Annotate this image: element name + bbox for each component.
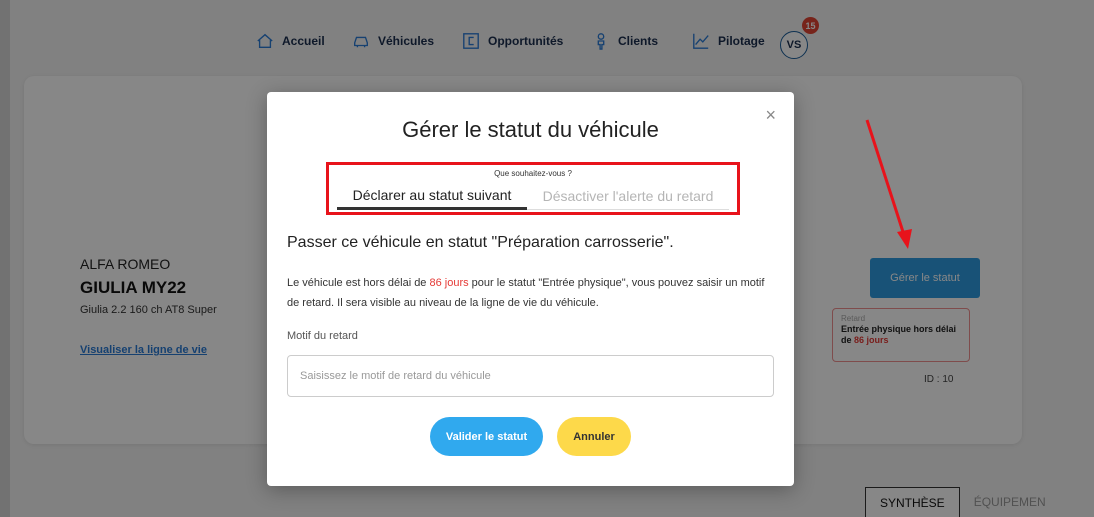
motif-label: Motif du retard — [287, 330, 358, 342]
tab-disable-delay-alert[interactable]: Désactiver l'alerte du retard — [527, 182, 729, 210]
info-days: 86 jours — [429, 277, 469, 289]
tab-declare-next-status[interactable]: Déclarer au statut suivant — [337, 182, 527, 210]
info-text: Le véhicule est hors délai de 86 jours p… — [287, 273, 777, 313]
motif-input[interactable] — [287, 355, 774, 397]
info-text-before: Le véhicule est hors délai de — [287, 277, 430, 289]
validate-status-button[interactable]: Valider le statut — [430, 417, 543, 456]
modal-tabs: Déclarer au statut suivant Désactiver l'… — [337, 182, 729, 210]
modal-title: Gérer le statut du véhicule — [402, 117, 659, 142]
tab-question: Que souhaitez-vous ? — [494, 169, 572, 178]
cancel-button[interactable]: Annuler — [557, 417, 631, 456]
section-title: Passer ce véhicule en statut "Préparatio… — [287, 234, 674, 251]
highlight-frame: Que souhaitez-vous ? Déclarer au statut … — [326, 162, 740, 215]
status-modal: × Gérer le statut du véhicule Que souhai… — [267, 92, 794, 486]
